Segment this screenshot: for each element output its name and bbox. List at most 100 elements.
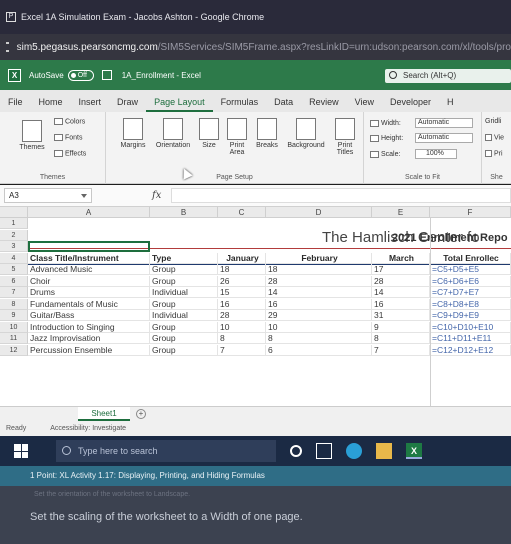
cell-e8[interactable]: 16 — [372, 298, 430, 310]
column-header-a[interactable]: A — [28, 207, 150, 218]
address-bar[interactable]: sim5.pegasus.pearsoncmg.com /SIM5Service… — [0, 34, 511, 60]
tab-home[interactable]: Home — [31, 97, 71, 112]
row-header-2[interactable]: 2 — [0, 229, 28, 241]
size-button[interactable]: Size — [198, 118, 220, 149]
name-box[interactable]: A3 — [4, 188, 92, 203]
breaks-button[interactable]: Breaks — [252, 118, 282, 149]
cell-b12[interactable]: Group — [150, 344, 218, 356]
cell-d7[interactable]: 14 — [266, 287, 372, 298]
cell-e9[interactable]: 31 — [372, 310, 430, 321]
insert-function-icon[interactable]: fx — [152, 190, 161, 201]
file-explorer-icon[interactable] — [376, 443, 392, 459]
row-header-5[interactable]: 5 — [0, 264, 28, 275]
colors-button[interactable]: Colors — [54, 118, 85, 125]
cell-d12[interactable]: 6 — [266, 344, 372, 356]
tab-review[interactable]: Review — [301, 97, 347, 112]
cell-c9[interactable]: 28 — [218, 310, 266, 321]
worksheet-grid[interactable]: A B C D E F 1 2 3 4 5 6 7 8 9 10 11 12 The Hamlisch Center… — [0, 207, 511, 406]
site-settings-icon[interactable] — [6, 42, 9, 52]
column-header-b[interactable]: B — [150, 207, 218, 218]
cell-c8[interactable]: 16 — [218, 298, 266, 310]
gridlines-print-option[interactable]: Pri — [485, 150, 503, 157]
column-header-d[interactable]: D — [266, 207, 372, 218]
column-header-f[interactable]: F — [430, 207, 511, 218]
cell-d5[interactable]: 18 — [266, 264, 372, 275]
tab-view[interactable]: View — [347, 97, 382, 112]
cell-b8[interactable]: Group — [150, 298, 218, 310]
cell-d10[interactable]: 10 — [266, 321, 372, 333]
taskbar-search[interactable]: Type here to search — [56, 440, 276, 462]
print-titles-button[interactable]: Print Titles — [330, 118, 360, 156]
cell-f6[interactable]: =C6+D6+E6 — [430, 275, 511, 287]
tab-file[interactable]: File — [0, 97, 31, 112]
background-button[interactable]: Background — [282, 118, 330, 149]
row-header-10[interactable]: 10 — [0, 321, 28, 333]
tab-developer[interactable]: Developer — [382, 97, 439, 112]
cell-a10[interactable]: Introduction to Singing — [28, 321, 150, 333]
row-header-11[interactable]: 11 — [0, 333, 28, 344]
cell-a8[interactable]: Fundamentals of Music — [28, 298, 150, 310]
cortana-icon[interactable] — [290, 445, 302, 457]
row-header-8[interactable]: 8 — [0, 298, 28, 310]
row-header-6[interactable]: 6 — [0, 275, 28, 287]
tab-formulas[interactable]: Formulas — [213, 97, 267, 112]
cell-e10[interactable]: 9 — [372, 321, 430, 333]
cell-f12[interactable]: =C12+D12+E12 — [430, 344, 511, 356]
cell-a6[interactable]: Choir — [28, 275, 150, 287]
cell-c10[interactable]: 10 — [218, 321, 266, 333]
row-header-3[interactable]: 3 — [0, 241, 28, 252]
cell-a5[interactable]: Advanced Music — [28, 264, 150, 275]
cell-c5[interactable]: 18 — [218, 264, 266, 275]
cell-f11[interactable]: =C11+D11+E11 — [430, 333, 511, 344]
cell-f7[interactable]: =C7+D7+E7 — [430, 287, 511, 298]
search-box[interactable]: Search (Alt+Q) — [385, 69, 511, 83]
cell-a12[interactable]: Percussion Ensemble — [28, 344, 150, 356]
formula-input[interactable] — [171, 188, 511, 203]
cell-a7[interactable]: Drums — [28, 287, 150, 298]
edge-browser-icon[interactable] — [346, 443, 362, 459]
cell-b6[interactable]: Group — [150, 275, 218, 287]
tab-draw[interactable]: Draw — [109, 97, 146, 112]
column-header-c[interactable]: C — [218, 207, 266, 218]
cell-f8[interactable]: =C8+D8+E8 — [430, 298, 511, 310]
cell-c11[interactable]: 8 — [218, 333, 266, 344]
cell-b10[interactable]: Group — [150, 321, 218, 333]
select-all-corner[interactable] — [0, 207, 28, 218]
tab-data[interactable]: Data — [266, 97, 301, 112]
cell-e7[interactable]: 14 — [372, 287, 430, 298]
cell-f5[interactable]: =C5+D5+E5 — [430, 264, 511, 275]
cell-b7[interactable]: Individual — [150, 287, 218, 298]
gridlines-view-option[interactable]: Vie — [485, 134, 504, 141]
row-header-12[interactable]: 12 — [0, 344, 28, 356]
print-area-button[interactable]: Print Area — [222, 118, 252, 156]
cell-c6[interactable]: 26 — [218, 275, 266, 287]
cell-a11[interactable]: Jazz Improvisation — [28, 333, 150, 344]
column-header-e[interactable]: E — [372, 207, 430, 218]
scale-spinner[interactable]: 100% — [415, 149, 457, 159]
cell-c12[interactable]: 7 — [218, 344, 266, 356]
cell-e6[interactable]: 28 — [372, 275, 430, 287]
tab-h[interactable]: H — [439, 97, 462, 112]
tab-insert[interactable]: Insert — [71, 97, 110, 112]
cell-b11[interactable]: Group — [150, 333, 218, 344]
cell-c7[interactable]: 15 — [218, 287, 266, 298]
cell-b9[interactable]: Individual — [150, 310, 218, 321]
autosave-toggle[interactable]: Off — [67, 69, 94, 81]
row-header-7[interactable]: 7 — [0, 287, 28, 298]
effects-button[interactable]: Effects — [54, 150, 86, 157]
row-header-9[interactable]: 9 — [0, 310, 28, 321]
sheet-tab-sheet1[interactable]: Sheet1 — [78, 407, 130, 421]
cell-d11[interactable]: 8 — [266, 333, 372, 344]
add-sheet-button[interactable]: + — [136, 409, 146, 419]
height-select[interactable]: Automatic — [415, 133, 473, 143]
cell-e5[interactable]: 17 — [372, 264, 430, 275]
width-select[interactable]: Automatic — [415, 118, 473, 128]
themes-button[interactable]: Themes — [18, 120, 46, 151]
row-header-1[interactable]: 1 — [0, 218, 28, 229]
cell-b5[interactable]: Group — [150, 264, 218, 275]
cell-a9[interactable]: Guitar/Bass — [28, 310, 150, 321]
margins-button[interactable]: Margins — [116, 118, 150, 149]
cell-e12[interactable]: 7 — [372, 344, 430, 356]
windows-start-icon[interactable] — [14, 444, 28, 458]
row-header-4[interactable]: 4 — [0, 252, 28, 264]
